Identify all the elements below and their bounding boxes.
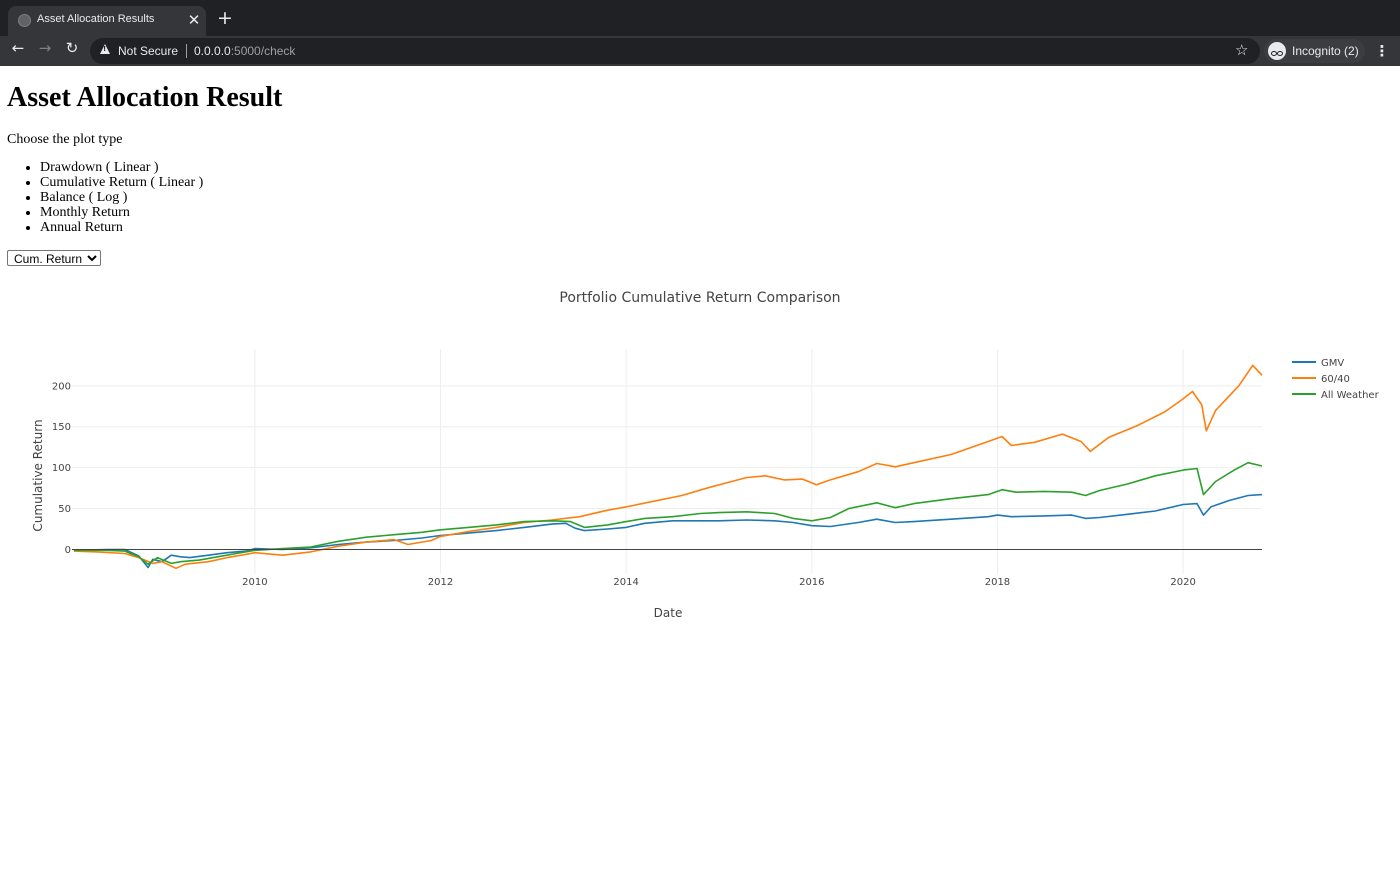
url-text[interactable]: 0.0.0.0:5000/check (194, 44, 295, 58)
plot-type-select[interactable]: Cum. Return (7, 250, 101, 266)
plot-type-item: Cumulative Return ( Linear ) (40, 175, 203, 190)
kebab-menu-icon[interactable]: ⋮ (1372, 39, 1392, 63)
plot-type-item: Monthly Return (40, 205, 203, 220)
chart-title: Portfolio Cumulative Return Comparison (559, 290, 840, 306)
close-tab-icon[interactable]: ✕ (186, 10, 202, 30)
x-axis-title: Date (654, 606, 683, 620)
series-line (73, 364, 1263, 570)
warning-icon (100, 44, 110, 54)
plot-type-item: Balance ( Log ) (40, 190, 203, 205)
legend-label: GMV (1321, 358, 1344, 369)
reload-icon[interactable]: ↻ (60, 39, 84, 63)
incognito-label: Incognito (2) (1292, 44, 1359, 58)
y-tick-label: 0 (65, 545, 71, 556)
page-content: Asset Allocation Result Choose the plot … (0, 66, 1400, 877)
x-tick-label: 2016 (799, 577, 824, 588)
plot-type-list: Drawdown ( Linear ) Cumulative Return ( … (0, 160, 203, 235)
browser-tab[interactable]: Asset Allocation Results ✕ (8, 6, 206, 36)
y-tick-label: 100 (52, 463, 71, 474)
address-bar[interactable]: Not Secure 0.0.0.0:5000/check ☆ (90, 38, 1260, 64)
plot-type-item: Drawdown ( Linear ) (40, 160, 203, 175)
globe-icon (18, 14, 31, 27)
x-tick-label: 2020 (1170, 577, 1195, 588)
url-path: :5000/check (230, 44, 296, 58)
x-tick-label: 2018 (985, 577, 1010, 588)
back-arrow-icon[interactable]: ← (6, 39, 30, 63)
incognito-icon (1268, 42, 1286, 60)
x-tick-label: 2012 (428, 577, 453, 588)
x-tick-label: 2010 (242, 577, 267, 588)
tab-title: Asset Allocation Results (37, 13, 155, 25)
y-tick-label: 200 (52, 381, 71, 392)
browser-toolbar: ← → ↻ Not Secure 0.0.0.0:5000/check ☆ In… (0, 36, 1400, 66)
y-tick-label: 150 (52, 422, 71, 433)
url-host: 0.0.0.0 (194, 44, 231, 58)
y-axis-title: Cumulative Return (31, 419, 45, 531)
page-title: Asset Allocation Result (7, 82, 283, 113)
bookmark-star-icon[interactable]: ☆ (1235, 41, 1248, 59)
security-status[interactable]: Not Secure (118, 44, 178, 58)
new-tab-icon[interactable]: + (215, 7, 235, 29)
address-divider (186, 44, 187, 58)
y-tick-label: 50 (58, 504, 71, 515)
forward-arrow-icon[interactable]: → (33, 39, 57, 63)
cumulative-return-chart: Portfolio Cumulative Return Comparison 20… (31, 290, 1380, 620)
legend-label: All Weather (1321, 390, 1380, 401)
incognito-badge[interactable]: Incognito (2) (1264, 39, 1365, 63)
x-tick-label: 2014 (613, 577, 638, 588)
legend-label: 60/40 (1321, 374, 1350, 385)
plot-type-prompt: Choose the plot type (7, 132, 123, 147)
series-line (73, 493, 1263, 569)
plot-type-item: Annual Return (40, 220, 203, 235)
browser-tab-strip: Asset Allocation Results ✕ + (0, 0, 1400, 36)
